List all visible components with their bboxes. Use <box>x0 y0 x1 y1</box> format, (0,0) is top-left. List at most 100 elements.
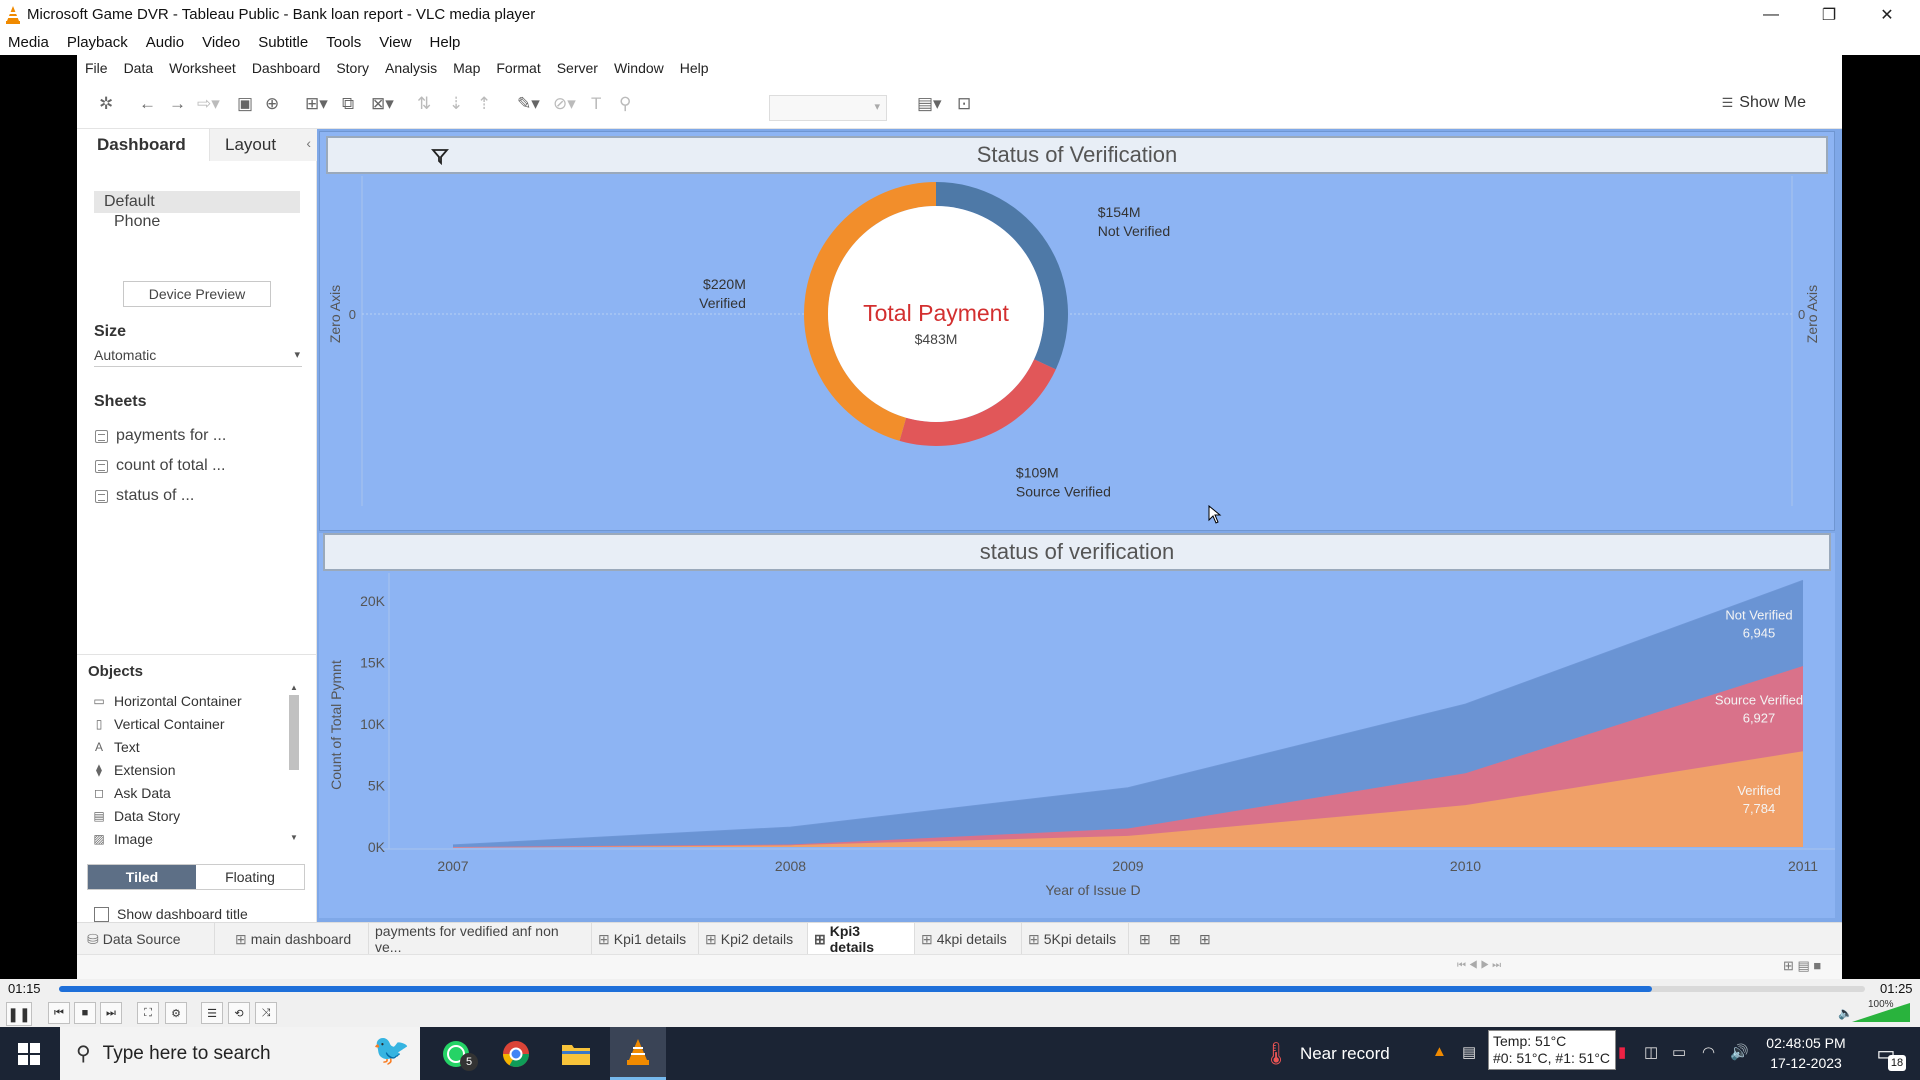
app-tray-icon[interactable]: ▮ <box>1618 1043 1626 1061</box>
group-icon[interactable]: ⊘▾ <box>553 93 576 115</box>
tableau-menu-data[interactable]: Data <box>116 60 162 76</box>
vlc-menu-view[interactable]: View <box>371 34 421 51</box>
redo-icon[interactable]: → <box>169 93 186 115</box>
wifi-icon[interactable]: ◠ <box>1702 1043 1715 1061</box>
tableau-menu-server[interactable]: Server <box>549 60 606 76</box>
show-dashboard-title-option[interactable]: Show dashboard title <box>94 906 248 922</box>
next-button[interactable]: ⏭ <box>100 1002 122 1024</box>
floating-button[interactable]: Floating <box>196 865 304 889</box>
tableau-menu-analysis[interactable]: Analysis <box>377 60 445 76</box>
tableau-menu-help[interactable]: Help <box>672 60 717 76</box>
volume-slider[interactable]: 🔈 100% <box>1838 999 1912 1025</box>
tab-main-dashboard[interactable]: ⊞ main dashboard <box>229 923 369 955</box>
close-button[interactable]: ✕ <box>1858 0 1916 29</box>
file-explorer-app[interactable] <box>548 1027 604 1080</box>
stop-button[interactable]: ■ <box>74 1002 96 1024</box>
device-preview-button[interactable]: Device Preview <box>123 281 271 307</box>
sheet-item[interactable]: payments for ... <box>95 427 226 445</box>
size-dropdown[interactable]: Automatic <box>94 347 302 367</box>
vlc-menu-media[interactable]: Media <box>0 34 59 51</box>
undo-icon[interactable]: ← <box>139 93 156 115</box>
replay-icon[interactable]: ⇨▾ <box>197 93 220 115</box>
scroll-down-icon[interactable]: ▼ <box>290 833 298 842</box>
speaker-icon[interactable]: 🔈 <box>1838 1006 1853 1020</box>
object-extension[interactable]: ⧫ Extension <box>92 762 175 778</box>
collapse-panel-icon[interactable]: ‹ <box>306 135 311 151</box>
extended-settings-button[interactable]: ⚙ <box>165 1002 187 1024</box>
new-worksheet-icon[interactable]: ⊞▾ <box>305 93 328 115</box>
duplicate-sheet-icon[interactable]: ⧉ <box>342 93 354 115</box>
vlc-menu-tools[interactable]: Tools <box>318 34 371 51</box>
display-tray-icon[interactable]: ▤ <box>1462 1043 1476 1061</box>
tableau-menu-dashboard[interactable]: Dashboard <box>244 60 329 76</box>
tab-payments[interactable]: payments for vedified anf non ve... <box>369 923 592 955</box>
tableau-menu-story[interactable]: Story <box>328 60 377 76</box>
playlist-button[interactable]: ☰ <box>201 1002 223 1024</box>
objects-scrollbar[interactable]: ▲ ▼ <box>289 683 299 843</box>
start-button[interactable] <box>0 1027 58 1080</box>
tab-5kpi-details[interactable]: ⊞ 5Kpi details <box>1022 923 1129 955</box>
chrome-app[interactable] <box>488 1027 544 1080</box>
show-cards-icon[interactable]: ▤▾ <box>917 93 942 115</box>
pause-button[interactable]: ❚❚ <box>6 1002 32 1026</box>
clear-sheet-icon[interactable]: ⊠▾ <box>371 93 394 115</box>
object-vertical-container[interactable]: ▯ Vertical Container <box>92 716 225 732</box>
object-ask-data[interactable]: ◻ Ask Data <box>92 785 171 801</box>
sort-ascending-icon[interactable]: ⇣ <box>449 93 463 115</box>
sheet-nav-icons[interactable]: ⏮ ◀ ▶ ⏭ <box>1457 960 1501 971</box>
tab-4kpi-details[interactable]: ⊞ 4kpi details <box>915 923 1022 955</box>
show-title-checkbox[interactable] <box>94 906 109 922</box>
previous-button[interactable]: ⏮ <box>48 1002 70 1024</box>
new-dashboard-tab-icon[interactable]: ⊞ <box>1163 923 1191 955</box>
tab-kpi3-details[interactable]: ⊞ Kpi3 details <box>808 923 915 955</box>
filter-icon[interactable] <box>428 144 452 168</box>
presentation-mode-icon[interactable]: ⊡ <box>957 93 971 115</box>
whatsapp-app[interactable]: 5 <box>428 1027 484 1080</box>
objects-scroll-thumb[interactable] <box>289 695 299 770</box>
save-icon[interactable]: ▣ <box>237 93 253 115</box>
object-image[interactable]: ▨ Image <box>92 831 153 847</box>
vlc-app[interactable] <box>610 1027 666 1080</box>
object-data-story[interactable]: ▤ Data Story <box>92 808 180 824</box>
show-me-button[interactable]: ☰ Show Me <box>1722 94 1806 112</box>
vlc-menu-subtitle[interactable]: Subtitle <box>250 34 318 51</box>
loop-button[interactable]: ⟲ <box>228 1002 250 1024</box>
seek-slider[interactable] <box>59 986 1865 992</box>
sort-descending-icon[interactable]: ⇡ <box>477 93 491 115</box>
swap-icon[interactable]: ⇅ <box>417 93 431 115</box>
tableau-menu-map[interactable]: Map <box>445 60 488 76</box>
tab-kpi2-details[interactable]: ⊞ Kpi2 details <box>699 923 808 955</box>
sheet-item[interactable]: status of ... <box>95 487 194 505</box>
minimize-button[interactable]: — <box>1742 0 1800 29</box>
tableau-menu-format[interactable]: Format <box>488 60 548 76</box>
tableau-menu-window[interactable]: Window <box>606 60 672 76</box>
new-data-source-icon[interactable]: ⊕ <box>265 93 279 115</box>
tab-data-source[interactable]: ⛁ Data Source <box>81 923 215 955</box>
volume-tray-icon[interactable]: 🔊 <box>1730 1043 1749 1061</box>
fix-axes-icon[interactable]: ⚲ <box>619 93 631 115</box>
highlight-icon[interactable]: ✎▾ <box>517 93 540 115</box>
new-story-tab-icon[interactable]: ⊞ <box>1193 923 1221 955</box>
object-text[interactable]: A Text <box>92 739 140 755</box>
view-mode-icons[interactable]: ⊞ ▤ ■ <box>1783 958 1821 974</box>
tableau-menu-file[interactable]: File <box>77 60 116 76</box>
weather-widget[interactable]: 🌡 Near record <box>1262 1041 1390 1067</box>
vlc-menu-help[interactable]: Help <box>422 34 471 51</box>
taskbar-search[interactable]: ⚲ Type here to search 🐦 <box>60 1027 420 1080</box>
device-default[interactable]: Default <box>94 191 300 213</box>
scroll-up-icon[interactable]: ▲ <box>290 683 298 692</box>
maximize-button[interactable]: ❐ <box>1800 0 1858 29</box>
vlc-tray-icon[interactable]: ▲ <box>1432 1043 1447 1060</box>
meet-now-icon[interactable]: ◫ <box>1644 1043 1658 1061</box>
fullscreen-button[interactable]: ⛶ <box>137 1002 159 1024</box>
shuffle-button[interactable]: ⤨ <box>255 1002 277 1024</box>
tableau-menu-worksheet[interactable]: Worksheet <box>161 60 244 76</box>
labels-icon[interactable]: T <box>591 93 601 115</box>
object-horizontal-container[interactable]: ▭ Horizontal Container <box>92 693 241 709</box>
device-phone[interactable]: Phone <box>94 211 300 233</box>
taskbar-clock[interactable]: 02:48:05 PM 17-12-2023 <box>1760 1033 1852 1073</box>
tableau-logo-icon[interactable]: ✲ <box>99 93 113 115</box>
vlc-menu-audio[interactable]: Audio <box>138 34 194 51</box>
battery-icon[interactable]: ▭ <box>1672 1043 1686 1061</box>
tab-kpi1-details[interactable]: ⊞ Kpi1 details <box>592 923 699 955</box>
